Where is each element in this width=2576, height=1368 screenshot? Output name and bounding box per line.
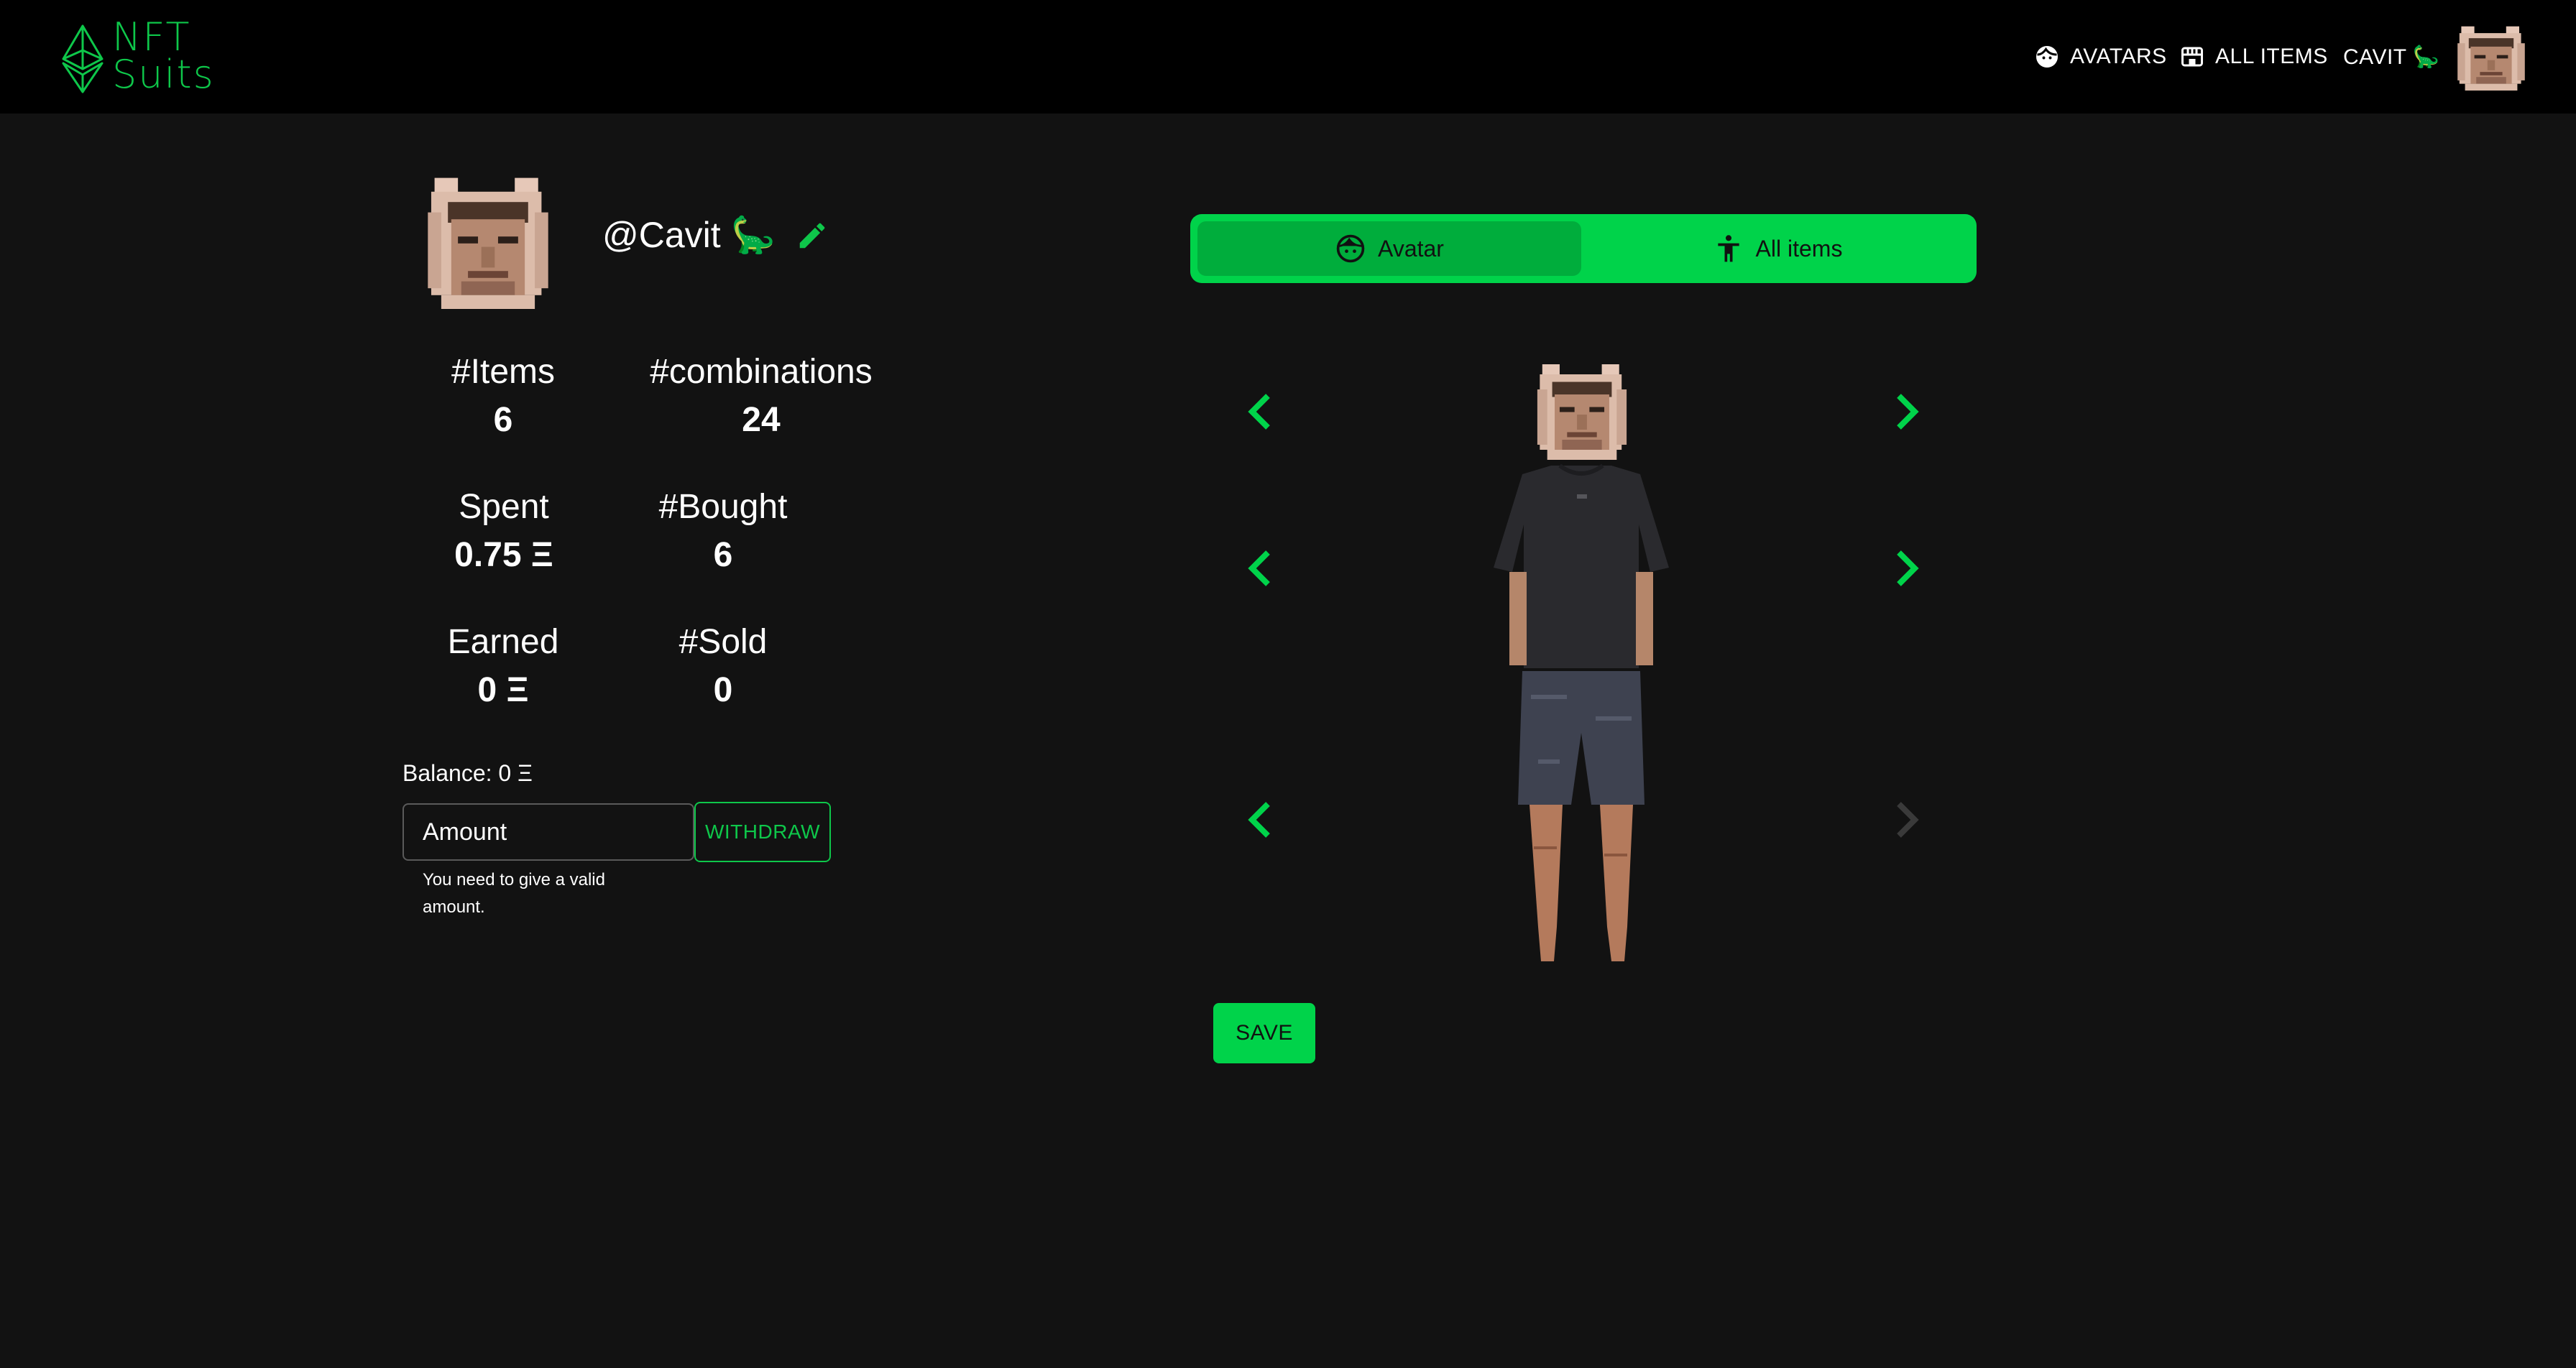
stat-combinations: #combinations 24: [650, 352, 873, 440]
nav-user-menu[interactable]: CAVIT 🦕: [2343, 40, 2440, 73]
stat-sold-label: #Sold: [678, 623, 768, 661]
bottom-next-button-disabled: [1886, 795, 1929, 845]
nav-avatars-label: AVATARS: [2070, 45, 2167, 68]
brand-name: NFT Suits: [112, 14, 215, 97]
stat-bought: #Bought 6: [651, 487, 795, 575]
editor-tabs: Avatar All items: [1190, 214, 1977, 283]
save-button[interactable]: SAVE: [1213, 1003, 1315, 1063]
avatar-outfit-preview: [1488, 359, 1675, 967]
stat-items: #Items 6: [446, 352, 561, 440]
nav-avatars-link[interactable]: AVATARS: [2034, 40, 2167, 73]
stat-earned: Earned 0 Ξ: [446, 622, 561, 710]
top-app-bar: NFT Suits AVATARS ALL ITEMS CAVIT 🦕: [0, 0, 2576, 114]
amount-input[interactable]: [402, 803, 694, 861]
profile-avatar: [421, 171, 555, 309]
tab-avatar-label: Avatar: [1378, 235, 1444, 262]
stat-bought-label: #Bought: [658, 488, 788, 526]
chevron-left-icon: [1248, 394, 1270, 430]
stat-combinations-label: #combinations: [650, 353, 873, 391]
avatar-body-items: [1494, 463, 1669, 961]
profile-username-row: @Cavit 🦕: [602, 214, 829, 256]
ethereum-icon: [62, 24, 104, 93]
tab-avatar[interactable]: Avatar: [1197, 221, 1581, 276]
brand-logo[interactable]: NFT Suits: [60, 14, 233, 98]
chevron-right-icon: [1897, 394, 1919, 430]
nav-all-items-label: ALL ITEMS: [2215, 45, 2328, 68]
top-prev-button[interactable]: [1238, 543, 1281, 593]
accessibility-icon: [1717, 235, 1739, 262]
stat-combinations-value: 24: [742, 401, 781, 439]
head-next-button[interactable]: [1886, 387, 1929, 437]
face-icon: [1336, 234, 1365, 263]
amount-helper-text: You need to give a valid amount.: [423, 870, 605, 917]
brand-line-2: Suits: [112, 52, 215, 97]
nav-user-label: CAVIT 🦕: [2343, 45, 2440, 69]
chevron-left-icon: [1248, 550, 1270, 586]
head-prev-button[interactable]: [1238, 387, 1281, 437]
edit-pencil-icon[interactable]: [796, 219, 829, 252]
tab-all-items[interactable]: All items: [1586, 221, 1969, 276]
stat-earned-value: 0 Ξ: [477, 671, 529, 709]
store-icon: [2181, 47, 2203, 67]
stat-sold-value: 0: [713, 671, 733, 709]
withdraw-button[interactable]: WITHDRAW: [694, 802, 831, 862]
tab-all-items-label: All items: [1755, 235, 1843, 262]
stat-spent: Spent 0.75 Ξ: [443, 487, 565, 575]
stat-sold: #Sold 0: [651, 622, 795, 710]
stat-spent-label: Spent: [459, 488, 549, 526]
profile-username: @Cavit 🦕: [602, 215, 776, 255]
stat-spent-value: 0.75 Ξ: [454, 536, 553, 574]
stat-items-label: #Items: [451, 353, 556, 391]
chevron-right-icon: [1897, 802, 1919, 838]
stat-earned-label: Earned: [447, 623, 559, 661]
nav-all-items-link[interactable]: ALL ITEMS: [2179, 40, 2328, 73]
top-next-button[interactable]: [1886, 543, 1929, 593]
balance-text: Balance: 0 Ξ: [402, 760, 533, 786]
bottom-prev-button[interactable]: [1238, 795, 1281, 845]
chevron-right-icon: [1897, 550, 1919, 586]
brand-line-1: NFT: [112, 14, 191, 60]
stat-items-value: 6: [493, 401, 513, 439]
stat-bought-value: 6: [713, 536, 733, 574]
face-icon: [2036, 46, 2058, 68]
chevron-left-icon: [1248, 802, 1270, 838]
user-avatar[interactable]: [2454, 23, 2529, 91]
